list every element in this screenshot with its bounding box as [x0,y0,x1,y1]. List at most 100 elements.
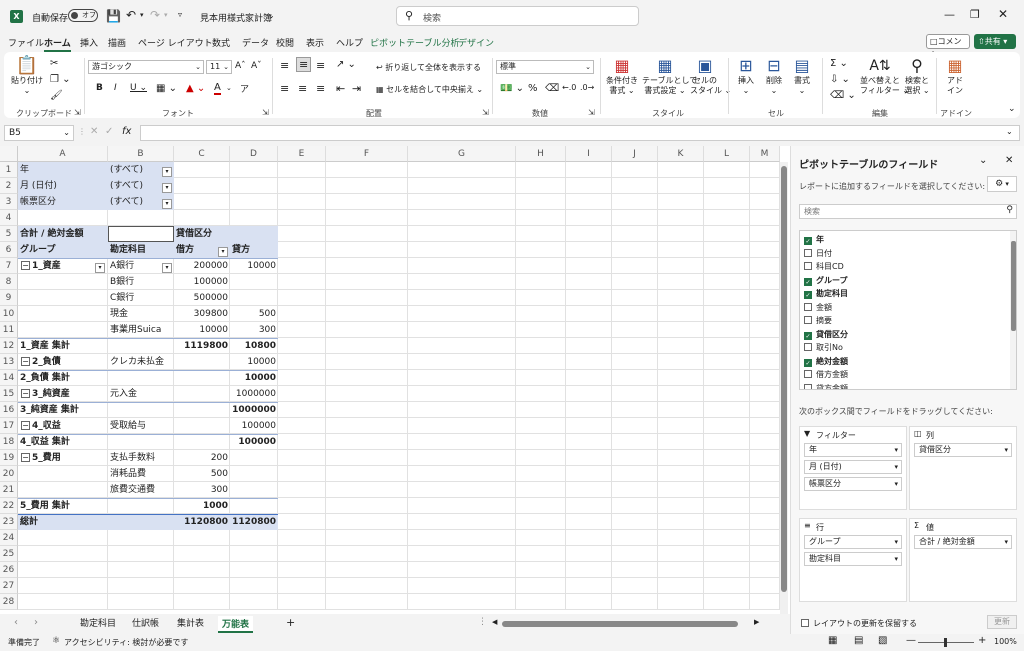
hscroll-left-icon[interactable]: ◀ [492,618,497,626]
align-right-icon[interactable]: ≡ [316,82,325,95]
area-field-item[interactable]: 勘定科目 ▾ [804,552,902,566]
sheet-tab-accounts[interactable]: 勘定科目 [80,616,116,629]
row-header[interactable]: 19 [0,450,18,466]
column-header[interactable]: L [704,146,750,162]
cell-c23[interactable]: 1120800 [174,514,230,530]
cell-a19[interactable]: 5_費用 [30,450,108,466]
cell-b17[interactable]: 受取給与 [108,418,174,434]
font-color-icon[interactable]: A [214,82,221,95]
update-button[interactable]: 更新 [987,615,1017,629]
accessibility-status[interactable]: アクセシビリティ: 検討が必要です [64,637,188,648]
share-button[interactable]: ⇧共有 ▾ [974,34,1016,49]
pane-chevron-down-icon[interactable]: ⌄ [979,155,987,166]
clipboard-launcher-icon[interactable]: ⇲ [74,108,81,117]
zoom-in-icon[interactable]: + [978,635,986,646]
delete-cells-button[interactable]: ⊟ 削除 ⌄ [762,56,786,96]
insert-function-icon[interactable]: fx [122,126,131,137]
bold-icon[interactable]: B [96,83,103,93]
add-sheet-icon[interactable]: + [286,616,295,629]
find-select-button[interactable]: ⚲ 検索と 選択 ⌄ [902,56,932,96]
cell-b8[interactable]: B銀行 [108,274,174,290]
formula-more-icon[interactable]: ⋮ [78,127,86,136]
cell-c10[interactable]: 309800 [174,306,230,322]
field-list-scrollbar[interactable] [1010,231,1016,389]
tab-design[interactable]: デザイン [458,36,494,49]
alignment-launcher-icon[interactable]: ⇲ [482,108,489,117]
cut-icon[interactable]: ✂ [50,58,58,69]
underline-icon[interactable]: U ⌄ [130,83,147,93]
area-field-chevron-icon[interactable]: ▾ [894,553,898,565]
zoom-slider[interactable] [918,638,974,647]
area-field-chevron-icon[interactable]: ▾ [894,536,898,548]
select-all-corner[interactable] [0,146,18,162]
increase-font-icon[interactable]: Aˆ [235,61,246,71]
field-item[interactable]: ✓ 絶対金額 [804,355,848,368]
row-header[interactable]: 28 [0,594,18,610]
row-header[interactable]: 13 [0,354,18,370]
tab-draw[interactable]: 描画 [108,36,126,49]
field-item[interactable]: 金額 [804,301,832,314]
checkbox-icon[interactable]: ✓ [804,277,812,286]
cell-c9[interactable]: 500000 [174,290,230,306]
row-header[interactable]: 1 [0,162,18,178]
cell-d23[interactable]: 1120800 [230,514,278,530]
cell-b21[interactable]: 旅費交通費 [108,482,174,498]
tab-formulas[interactable]: 数式 [212,36,230,49]
cell-a23[interactable]: 総計 [18,514,108,530]
clear-icon[interactable]: ⌫ ⌄ [830,90,856,101]
save-icon[interactable]: 💾 [106,9,121,23]
row-header[interactable]: 9 [0,290,18,306]
cell-d11[interactable]: 300 [230,322,278,338]
area-field-item[interactable]: 年 ▾ [804,443,902,457]
cell-d12[interactable]: 10800 [230,338,278,354]
field-item[interactable]: ✓ グループ [804,274,848,287]
column-header[interactable]: D [230,146,278,162]
row-header[interactable]: 10 [0,306,18,322]
currency-icon[interactable]: 💵 ⌄ [500,83,524,94]
field-item[interactable]: 日付 [804,247,832,260]
cell-styles-button[interactable]: ▣ セルのスタイル ⌄ [690,56,731,96]
horizontal-scroll-thumb[interactable] [502,621,738,627]
filter-dropdown-icon[interactable]: ▾ [162,199,172,209]
pane-close-icon[interactable]: ✕ [1005,155,1013,166]
area-field-chevron-icon[interactable]: ▾ [894,461,898,473]
cell-d16[interactable]: 1000000 [230,402,278,418]
tab-insert[interactable]: 挿入 [80,36,98,49]
tab-pivot-analyze[interactable]: ピボットテーブル分析 [370,36,459,49]
column-area[interactable]: ◫ 列 貸借区分 ▾ [909,426,1017,510]
area-field-chevron-icon[interactable]: ▾ [894,444,898,456]
align-center-icon[interactable]: ≡ [298,82,307,95]
checkbox-icon[interactable]: ✓ [804,291,812,299]
align-bottom-icon[interactable]: ≡ [316,59,325,72]
checkbox-icon[interactable]: ✓ [804,358,812,367]
cell-d10[interactable]: 500 [230,306,278,322]
font-color-chevron-icon[interactable]: ⌄ [226,84,232,92]
column-header[interactable]: K [658,146,704,162]
row-header[interactable]: 3 [0,194,18,210]
field-item[interactable]: 摘要 [804,314,832,327]
cell-b9[interactable]: C銀行 [108,290,174,306]
row-header[interactable]: 25 [0,546,18,562]
name-box[interactable]: B5 ⌄ [4,125,74,141]
cell-b10[interactable]: 現金 [108,306,174,322]
merge-center-button[interactable]: ▦ セルを結合して中央揃え ⌄ [376,84,483,95]
column-header[interactable]: H [516,146,566,162]
number-format-select[interactable]: 標準 ⌄ [496,60,594,74]
collapse-icon[interactable]: − [21,261,30,270]
cell-c5[interactable]: 貸借区分 [174,226,278,242]
sheet-tab-journal[interactable]: 仕訳帳 [132,616,159,629]
page-layout-view-icon[interactable]: ▤ [854,635,863,646]
tab-page-layout[interactable]: ページ レイアウト [138,36,213,49]
collapse-icon[interactable]: − [21,421,30,430]
row-header[interactable]: 15 [0,386,18,402]
tab-view[interactable]: 表示 [306,36,324,49]
enter-icon[interactable]: ✓ [105,126,113,137]
area-field-chevron-icon[interactable]: ▾ [894,478,898,490]
filter-dropdown-icon[interactable]: ▾ [162,183,172,193]
sheet-tab-universal[interactable]: 万能表 [218,616,254,633]
addins-button[interactable]: ▦ アド イン [942,56,968,96]
vertical-scrollbar[interactable] [780,162,788,614]
collapse-icon[interactable]: − [21,389,30,398]
increase-indent-icon[interactable]: ⇥ [352,82,361,95]
area-field-item[interactable]: 月 (日付) ▾ [804,460,902,474]
